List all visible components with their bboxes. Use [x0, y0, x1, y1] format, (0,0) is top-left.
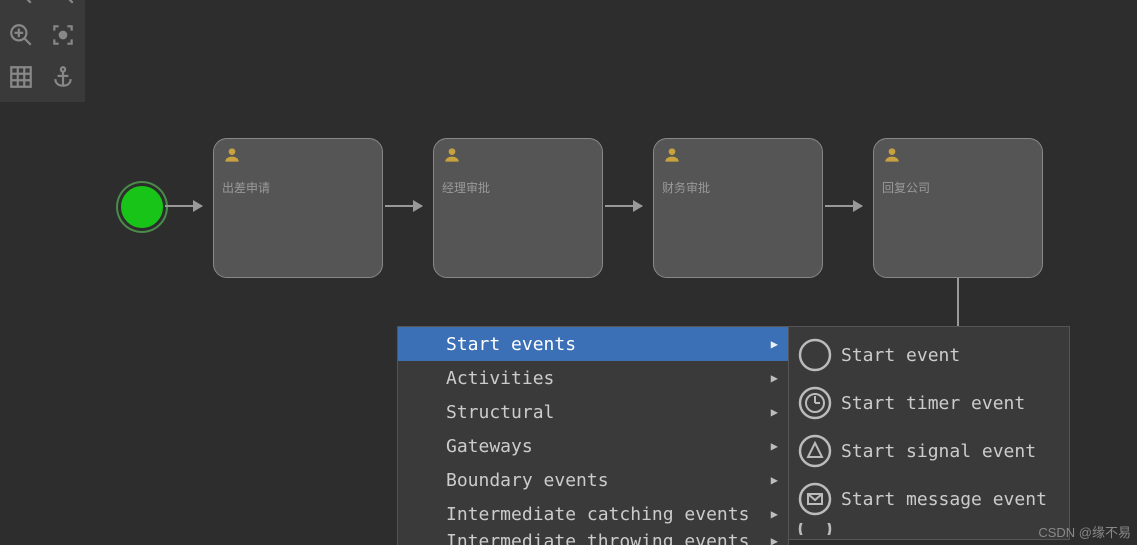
- circle-icon: [797, 523, 833, 535]
- menu-item-gateways[interactable]: Gateways ▶: [398, 429, 788, 463]
- timer-icon: [797, 385, 833, 421]
- submenu-label: Start timer event: [841, 393, 1025, 414]
- menu-label: Structural: [446, 402, 554, 423]
- submenu-label: Start message event: [841, 489, 1047, 510]
- message-icon: [797, 481, 833, 517]
- sequence-flow[interactable]: [605, 205, 642, 207]
- grid-icon[interactable]: [0, 56, 42, 98]
- menu-item-intermediate-throwing[interactable]: Intermediate throwing events ▶: [398, 531, 788, 545]
- toolbar: [0, 0, 85, 102]
- sequence-flow[interactable]: [165, 205, 202, 207]
- chevron-right-icon: ▶: [771, 337, 778, 351]
- task-label: 财务审批: [662, 179, 710, 196]
- user-icon: [662, 145, 682, 168]
- user-icon: [882, 145, 902, 168]
- menu-item-activities[interactable]: Activities ▶: [398, 361, 788, 395]
- menu-label: Start events: [446, 334, 576, 355]
- task-label: 回复公司: [882, 179, 930, 196]
- start-event-node[interactable]: [121, 186, 163, 228]
- menu-label: Boundary events: [446, 470, 609, 491]
- submenu-item-more[interactable]: [789, 523, 1069, 535]
- sequence-flow[interactable]: [957, 278, 959, 330]
- menu-label: Intermediate catching events: [446, 504, 749, 525]
- task-label: 出差申请: [222, 179, 270, 196]
- zoom-out-icon[interactable]: [42, 0, 84, 14]
- task-node-4[interactable]: 回复公司: [873, 138, 1043, 278]
- chevron-right-icon: ▶: [771, 534, 778, 545]
- submenu-start-events: Start event Start timer event Start sign…: [788, 326, 1070, 540]
- sequence-flow[interactable]: [385, 205, 422, 207]
- task-node-3[interactable]: 财务审批: [653, 138, 823, 278]
- watermark: CSDN @缘不易: [1038, 522, 1131, 541]
- task-node-2[interactable]: 经理审批: [433, 138, 603, 278]
- menu-item-start-events[interactable]: Start events ▶: [398, 327, 788, 361]
- circle-icon: [797, 337, 833, 373]
- chevron-right-icon: ▶: [771, 507, 778, 521]
- task-label: 经理审批: [442, 179, 490, 196]
- submenu-item-start-message[interactable]: Start message event: [789, 475, 1069, 523]
- menu-label: Gateways: [446, 436, 533, 457]
- sequence-flow[interactable]: [825, 205, 862, 207]
- chevron-right-icon: ▶: [771, 473, 778, 487]
- user-icon: [442, 145, 462, 168]
- chevron-right-icon: ▶: [771, 371, 778, 385]
- chevron-right-icon: ▶: [771, 439, 778, 453]
- menu-label: Activities: [446, 368, 554, 389]
- menu-item-boundary-events[interactable]: Boundary events ▶: [398, 463, 788, 497]
- user-icon: [222, 145, 242, 168]
- menu-item-intermediate-catching[interactable]: Intermediate catching events ▶: [398, 497, 788, 531]
- submenu-item-start-signal[interactable]: Start signal event: [789, 427, 1069, 475]
- menu-item-structural[interactable]: Structural ▶: [398, 395, 788, 429]
- signal-icon: [797, 433, 833, 469]
- zoom-fit-icon[interactable]: [0, 14, 42, 56]
- submenu-item-start-event[interactable]: Start event: [789, 331, 1069, 379]
- context-menu: Start events ▶ Activities ▶ Structural ▶…: [397, 326, 789, 545]
- focus-icon[interactable]: [42, 14, 84, 56]
- anchor-icon[interactable]: [42, 56, 84, 98]
- submenu-label: Start event: [841, 345, 960, 366]
- menu-label: Intermediate throwing events: [446, 531, 749, 545]
- submenu-item-start-timer[interactable]: Start timer event: [789, 379, 1069, 427]
- submenu-label: Start signal event: [841, 441, 1036, 462]
- zoom-in-icon[interactable]: [0, 0, 42, 14]
- task-node-1[interactable]: 出差申请: [213, 138, 383, 278]
- chevron-right-icon: ▶: [771, 405, 778, 419]
